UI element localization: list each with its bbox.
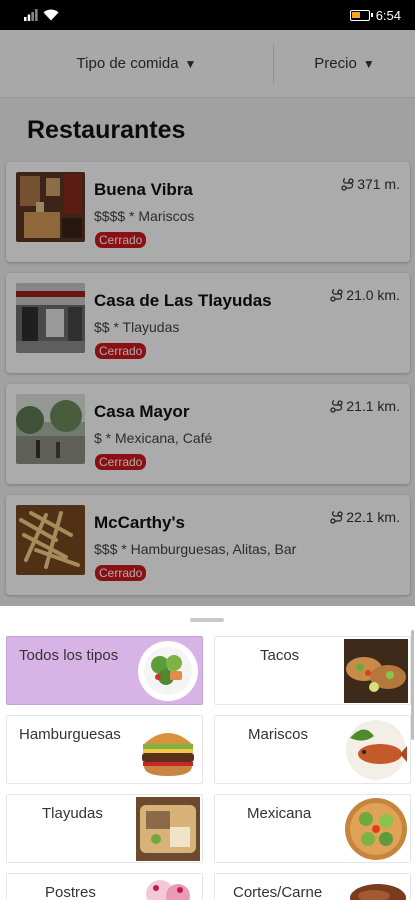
status-badge: Cerrado (95, 454, 147, 470)
restaurant-card[interactable]: McCarthy's $$$ * Hamburguesas, Alitas, B… (6, 495, 410, 595)
restaurant-distance: 21.0 km. (330, 287, 400, 303)
food-type-tile-tlayudas[interactable]: Tlayudas (6, 794, 203, 863)
status-icons-right: 6:54 (349, 7, 401, 23)
food-type-tile-mexicana[interactable]: Mexicana (214, 794, 411, 863)
distance-value: 21.0 km. (346, 287, 400, 303)
signal-icon (24, 9, 38, 21)
dropdown-arrow-icon: ▼ (184, 56, 197, 71)
food-type-tile-postres[interactable]: Postres (6, 873, 203, 900)
food-type-label: Mariscos (248, 726, 309, 743)
route-icon (330, 510, 343, 524)
restaurant-distance: 21.1 km. (330, 398, 400, 414)
restaurant-card[interactable]: Casa de Las Tlayudas $$ * Tlayudas Cerra… (6, 273, 410, 373)
food-type-tile-hamburguesas[interactable]: Hamburguesas (6, 715, 203, 784)
restaurant-price-cuisine: $$ * Tlayudas (94, 319, 180, 335)
restaurant-distance: 371 m. (341, 176, 400, 192)
food-type-filter-label: Tipo de comida (76, 55, 179, 72)
distance-value: 22.1 km. (346, 509, 400, 525)
restaurant-photo (16, 505, 85, 575)
restaurant-list-screen: Tipo de comida ▼ Precio ▼ Restaurantes B… (0, 30, 415, 606)
tacos-image (344, 639, 408, 703)
restaurant-price-cuisine: $$$ * Hamburguesas, Alitas, Bar (94, 541, 297, 557)
dropdown-arrow-icon: ▼ (362, 56, 375, 71)
status-badge: Cerrado (95, 343, 147, 359)
restaurant-name: Casa de Las Tlayudas (94, 291, 272, 310)
page-title: Restaurantes (27, 116, 186, 144)
clock-time: 6:54 (375, 7, 401, 23)
steak-image (344, 876, 408, 900)
food-type-label: Tacos (260, 647, 300, 664)
food-type-label: Todos los tipos (19, 647, 119, 664)
burger-image (136, 718, 200, 782)
price-filter-label: Precio (314, 55, 357, 72)
route-icon (330, 399, 343, 413)
restaurant-name: Buena Vibra (94, 180, 193, 199)
scrollbar[interactable] (411, 630, 414, 740)
salad-image (138, 641, 198, 701)
food-type-label: Cortes/Carne (233, 884, 323, 900)
restaurant-name: Casa Mayor (94, 402, 190, 421)
food-type-tile-todos[interactable]: Todos los tipos (6, 636, 203, 705)
food-type-bottom-sheet: Todos los tipos Tacos Hamburguesas Maris… (0, 606, 415, 900)
status-icons-left (24, 9, 59, 21)
distance-value: 21.1 km. (346, 398, 400, 414)
drag-handle[interactable] (190, 618, 224, 622)
restaurant-photo (16, 283, 85, 353)
food-type-label: Hamburguesas (19, 726, 121, 743)
food-type-tile-tacos[interactable]: Tacos (214, 636, 411, 705)
battery-icon (349, 9, 373, 21)
food-type-label: Tlayudas (42, 805, 103, 822)
restaurant-price-cuisine: $ * Mexicana, Café (94, 430, 213, 446)
restaurant-name: McCarthy's (94, 513, 185, 532)
food-type-filter[interactable]: Tipo de comida ▼ (0, 43, 274, 84)
tlayuda-image (136, 797, 200, 861)
restaurant-photo (16, 394, 85, 464)
food-type-label: Postres (45, 884, 96, 900)
route-icon (341, 177, 354, 191)
food-type-tile-mariscos[interactable]: Mariscos (214, 715, 411, 784)
status-bar: 6:54 (0, 0, 415, 30)
status-badge: Cerrado (95, 565, 147, 581)
restaurant-photo (16, 172, 85, 242)
status-badge: Cerrado (95, 232, 147, 248)
price-filter[interactable]: Precio ▼ (274, 30, 415, 97)
wifi-icon (43, 9, 59, 21)
route-icon (330, 288, 343, 302)
mexican-food-image (345, 798, 407, 860)
seafood-image (346, 720, 407, 780)
food-type-label: Mexicana (247, 805, 312, 822)
food-type-tile-cortes-carne[interactable]: Cortes/Carne (214, 873, 411, 900)
restaurant-distance: 22.1 km. (330, 509, 400, 525)
dessert-image (136, 876, 200, 900)
restaurant-card[interactable]: Casa Mayor $ * Mexicana, Café Cerrado 21… (6, 384, 410, 484)
distance-value: 371 m. (357, 176, 400, 192)
restaurant-price-cuisine: $$$$ * Mariscos (94, 208, 195, 224)
filter-bar: Tipo de comida ▼ Precio ▼ (0, 30, 415, 98)
restaurant-card[interactable]: Buena Vibra $$$$ * Mariscos Cerrado 371 … (6, 162, 410, 262)
